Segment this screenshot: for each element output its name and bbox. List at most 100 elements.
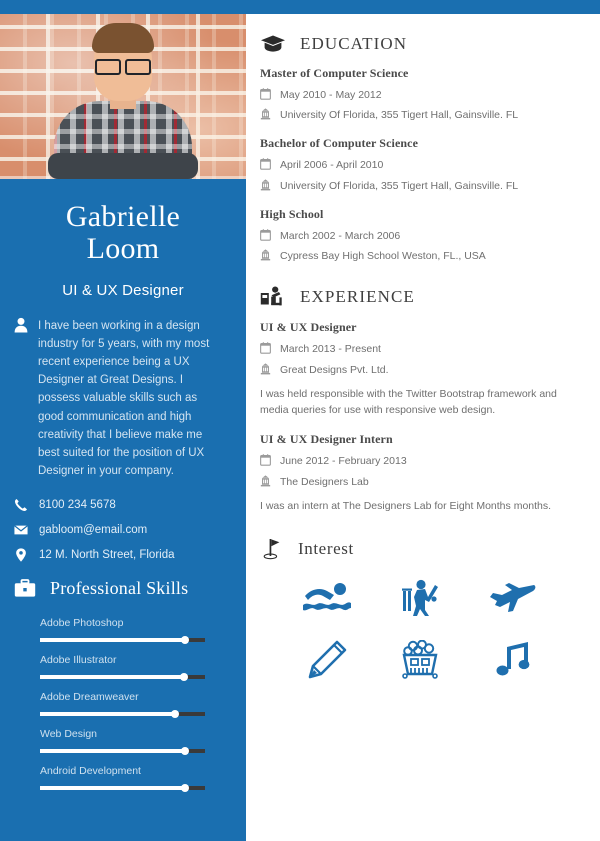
skill-slider[interactable]	[40, 710, 205, 719]
experience-description: I was an intern at The Designers Lab for…	[260, 499, 552, 512]
experience-header: EXPERIENCE	[260, 286, 578, 308]
experience-entry: UI & UX Designer Intern June 2012 - Febr…	[260, 432, 578, 514]
education-institution-row: Cypress Bay High School Weston, FL., USA	[260, 249, 578, 264]
education-institution-row: University Of Florida, 355 Tigert Hall, …	[260, 179, 578, 194]
last-name: Loom	[86, 232, 160, 266]
degree-name: Master of Computer Science	[260, 66, 409, 80]
interest-item[interactable]	[487, 576, 539, 620]
education-entry: Bachelor of Computer Science April 2006 …	[260, 136, 578, 193]
interest-item[interactable]	[394, 638, 446, 682]
experience-company-row: The Designers Lab	[260, 474, 578, 490]
airplane-icon	[488, 582, 538, 614]
first-name: Gabrielle	[65, 200, 181, 233]
glasses-icon	[95, 59, 151, 75]
skill-label: Web Design	[40, 728, 98, 741]
experience-company: The Designers Lab	[280, 475, 369, 488]
skill-fill	[40, 675, 184, 680]
user-icon	[14, 317, 28, 480]
experience-company: Great Designs Pvt. Ltd.	[280, 363, 389, 376]
skill-slider[interactable]	[40, 673, 205, 682]
swimming-icon	[302, 581, 351, 615]
company-building-icon	[260, 474, 271, 487]
experience-company-row: Great Designs Pvt. Ltd.	[260, 362, 578, 378]
company-building-icon	[260, 362, 271, 375]
education-institution: Cypress Bay High School Weston, FL., USA	[280, 250, 486, 263]
calendar-icon	[260, 158, 271, 171]
contact-list: 8100 234 5678 gabloom@email.com 12 M. No…	[14, 498, 232, 562]
interest-header: Interest	[260, 538, 578, 560]
education-dates: March 2002 - March 2006	[280, 229, 401, 242]
skill-item: Web Design	[40, 716, 206, 756]
interest-item[interactable]	[487, 638, 539, 682]
experience-dates-row: March 2013 - Present	[260, 342, 578, 357]
calendar-icon	[260, 342, 271, 355]
pencil-icon	[307, 640, 347, 680]
calendar-icon	[260, 454, 271, 467]
contact-address[interactable]: 12 M. North Street, Florida	[14, 548, 232, 562]
bio-section: I have been working in a design industry…	[14, 317, 224, 480]
education-entry: High School March 2002 - March 2006 Cypr…	[260, 207, 578, 264]
interest-item[interactable]	[301, 638, 353, 682]
sidebar: Gabrielle Loom UI & UX Designer I have b…	[0, 14, 246, 841]
skill-slider[interactable]	[40, 784, 205, 793]
contact-phone[interactable]: 8100 234 5678	[14, 498, 232, 512]
skill-item: Adobe Dreamweaver	[40, 679, 206, 719]
skill-item: Adobe Illustrator	[40, 642, 206, 682]
interest-item[interactable]	[394, 576, 446, 620]
role-name: UI & UX Designer	[260, 320, 357, 335]
job-title: UI & UX Designer	[62, 281, 184, 299]
skill-item: Android Development	[40, 753, 206, 793]
contact-email[interactable]: gabloom@email.com	[14, 523, 232, 537]
briefcase-icon	[14, 579, 36, 598]
hair	[92, 23, 154, 53]
education-title: EDUCATION	[300, 34, 408, 53]
skills-title: Professional Skills	[50, 578, 189, 599]
skills-header: Professional Skills	[14, 578, 246, 599]
phone-text: 8100 234 5678	[39, 499, 116, 512]
name-block: Gabrielle Loom	[0, 179, 246, 266]
institution-building-icon	[260, 108, 271, 120]
education-dates: May 2010 - May 2012	[280, 89, 382, 101]
skill-slider[interactable]	[40, 636, 205, 645]
education-dates-row: April 2006 - April 2010	[260, 158, 578, 173]
music-note-icon	[493, 640, 533, 680]
resume-page: Gabrielle Loom UI & UX Designer I have b…	[0, 0, 600, 841]
skill-label: Adobe Photoshop	[40, 617, 124, 630]
education-dates: April 2006 - April 2010	[280, 159, 384, 172]
experience-entry: UI & UX Designer March 2013 - Present Gr…	[260, 320, 578, 418]
skill-slider[interactable]	[40, 747, 205, 756]
profile-photo	[0, 14, 246, 179]
phone-icon	[14, 498, 28, 512]
skill-handle	[181, 784, 190, 793]
role-name: UI & UX Designer Intern	[260, 432, 393, 447]
bio-text: I have been working in a design industry…	[38, 319, 210, 478]
golf-flag-icon	[260, 538, 284, 560]
interest-icon-grid	[260, 576, 578, 682]
education-dates-row: March 2002 - March 2006	[260, 229, 578, 244]
skill-handle	[181, 636, 190, 645]
education-dates-row: May 2010 - May 2012	[260, 88, 578, 103]
experience-dates-row: June 2012 - February 2013	[260, 454, 578, 469]
interest-item[interactable]	[301, 576, 353, 620]
crossed-arms	[48, 153, 198, 179]
skill-label: Android Development	[40, 765, 141, 778]
institution-building-icon	[260, 249, 271, 261]
page-title: Gabrielle Loom	[16, 200, 230, 266]
calendar-icon	[260, 88, 271, 100]
institution-building-icon	[260, 179, 271, 191]
skill-label: Adobe Dreamweaver	[40, 691, 139, 704]
degree-name: Bachelor of Computer Science	[260, 136, 418, 151]
calendar-icon	[260, 229, 271, 241]
envelope-icon	[14, 523, 28, 537]
skill-fill	[40, 749, 186, 754]
skills-list: Adobe Photoshop Adobe Illustrator Adobe …	[0, 605, 246, 793]
experience-dates: March 2013 - Present	[280, 343, 381, 356]
location-pin-icon	[14, 548, 28, 562]
skill-label: Adobe Illustrator	[40, 654, 117, 667]
skill-fill	[40, 638, 186, 643]
degree-name: High School	[260, 206, 324, 221]
address-text: 12 M. North Street, Florida	[39, 549, 175, 562]
graduation-cap-icon	[260, 34, 286, 54]
main-content: EDUCATION Master of Computer Science May…	[246, 14, 600, 841]
experience-dates: June 2012 - February 2013	[280, 455, 407, 468]
